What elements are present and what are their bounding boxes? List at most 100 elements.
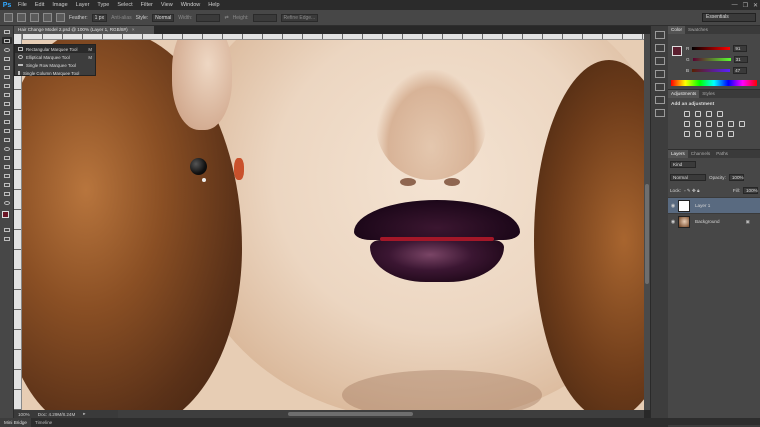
- feather-input[interactable]: 1 px: [91, 13, 108, 22]
- invert-icon[interactable]: [684, 131, 690, 137]
- flyout-elliptical-marquee[interactable]: Elliptical Marquee Tool M: [15, 53, 95, 61]
- clone-source-panel-icon[interactable]: [654, 96, 665, 104]
- layer-row-layer-1[interactable]: ◉ Layer 1: [668, 197, 760, 213]
- layer-name[interactable]: Background: [695, 219, 720, 224]
- menu-image[interactable]: Image: [48, 2, 71, 8]
- green-slider[interactable]: [692, 57, 731, 61]
- brush-tool-icon[interactable]: [2, 91, 12, 98]
- menu-window[interactable]: Window: [177, 2, 205, 8]
- tab-channels[interactable]: Channels: [688, 150, 713, 158]
- tab-timeline[interactable]: Timeline: [31, 418, 56, 427]
- menu-type[interactable]: Type: [93, 2, 113, 8]
- shape-tool-icon[interactable]: [2, 181, 12, 188]
- menu-view[interactable]: View: [157, 2, 177, 8]
- gradient-tool-icon[interactable]: [2, 127, 12, 134]
- tab-mini-bridge[interactable]: Mini Bridge: [0, 418, 31, 427]
- menu-filter[interactable]: Filter: [137, 2, 157, 8]
- menu-layer[interactable]: Layer: [72, 2, 94, 8]
- brightness-contrast-icon[interactable]: [684, 111, 690, 117]
- flyout-single-row-marquee[interactable]: Single Row Marquee Tool: [15, 61, 95, 69]
- history-panel-icon[interactable]: [654, 31, 665, 39]
- workspace-select[interactable]: Essentials: [702, 13, 756, 22]
- refine-edge-button[interactable]: Refine Edge...: [280, 13, 319, 22]
- tab-layers[interactable]: Layers: [668, 150, 688, 158]
- vertical-scroll-thumb[interactable]: [645, 184, 649, 284]
- red-value[interactable]: 91: [733, 44, 748, 52]
- curves-icon[interactable]: [706, 111, 712, 117]
- clone-stamp-tool-icon[interactable]: [2, 100, 12, 107]
- posterize-icon[interactable]: [695, 131, 701, 137]
- tab-adjustments[interactable]: Adjustments: [668, 90, 700, 98]
- screen-mode-icon[interactable]: [2, 235, 12, 242]
- eraser-tool-icon[interactable]: [2, 118, 12, 125]
- vertical-ruler[interactable]: [14, 34, 22, 410]
- black-white-icon[interactable]: [717, 121, 723, 127]
- blend-mode-select[interactable]: Normal: [670, 174, 706, 181]
- character-panel-icon[interactable]: [654, 57, 665, 65]
- menu-file[interactable]: File: [14, 2, 31, 8]
- layer-name[interactable]: Layer 1: [695, 203, 710, 208]
- flyout-rectangular-marquee[interactable]: Rectangular Marquee Tool M: [15, 45, 95, 53]
- opacity-input[interactable]: 100%: [728, 174, 744, 181]
- type-tool-icon[interactable]: [2, 163, 12, 170]
- flyout-single-column-marquee[interactable]: Single Column Marquee Tool: [15, 69, 95, 77]
- dodge-tool-icon[interactable]: [2, 145, 12, 152]
- document-canvas[interactable]: [22, 40, 644, 410]
- add-to-selection-icon[interactable]: [30, 13, 39, 22]
- status-arrow-icon[interactable]: ▸: [83, 411, 85, 417]
- fill-input[interactable]: 100%: [743, 187, 758, 194]
- tab-styles[interactable]: Styles: [699, 90, 718, 98]
- document-tab[interactable]: Hair Change Model 2.psd @ 100% (Layer 1,…: [14, 26, 154, 34]
- layer-kind-filter[interactable]: Kind: [670, 161, 696, 168]
- close-window-button[interactable]: ✕: [753, 2, 758, 9]
- width-input[interactable]: [196, 13, 221, 22]
- marquee-tool-icon[interactable]: [1, 37, 12, 44]
- threshold-icon[interactable]: [706, 131, 712, 137]
- visibility-eye-icon[interactable]: ◉: [668, 219, 678, 225]
- foreground-color-swatch[interactable]: [1, 211, 9, 218]
- tab-color[interactable]: Color: [668, 26, 685, 34]
- tab-paths[interactable]: Paths: [713, 150, 731, 158]
- selective-color-icon[interactable]: [728, 131, 734, 137]
- healing-brush-tool-icon[interactable]: [2, 82, 12, 89]
- horizontal-scroll-thumb[interactable]: [288, 412, 413, 416]
- gradient-map-icon[interactable]: [717, 131, 723, 137]
- quick-select-tool-icon[interactable]: [2, 55, 12, 62]
- color-spectrum[interactable]: [671, 80, 757, 86]
- hue-saturation-icon[interactable]: [695, 121, 701, 127]
- brush-panel-icon[interactable]: [654, 83, 665, 91]
- visibility-eye-icon[interactable]: ◉: [668, 203, 678, 209]
- blue-slider[interactable]: [692, 68, 731, 72]
- close-document-icon[interactable]: ×: [132, 27, 135, 32]
- hand-tool-icon[interactable]: [2, 190, 12, 197]
- properties-panel-icon[interactable]: [654, 44, 665, 52]
- zoom-tool-icon[interactable]: [2, 199, 12, 206]
- style-select[interactable]: Normal: [152, 13, 175, 22]
- quick-mask-icon[interactable]: [2, 226, 12, 233]
- crop-tool-icon[interactable]: [2, 64, 12, 71]
- menu-help[interactable]: Help: [204, 2, 223, 8]
- horizontal-scrollbar[interactable]: [118, 410, 644, 418]
- color-balance-icon[interactable]: [706, 121, 712, 127]
- pen-tool-icon[interactable]: [2, 154, 12, 161]
- menu-select[interactable]: Select: [113, 2, 136, 8]
- paragraph-panel-icon[interactable]: [654, 70, 665, 78]
- layer-row-background[interactable]: ◉ Background ▣: [668, 213, 760, 229]
- swap-icon[interactable]: ⇄: [224, 15, 228, 21]
- color-panel-foreground-swatch[interactable]: [672, 46, 682, 56]
- height-input[interactable]: [252, 13, 277, 22]
- red-slider[interactable]: [692, 46, 731, 50]
- blue-value[interactable]: 47: [733, 66, 748, 74]
- intersect-selection-icon[interactable]: [56, 13, 65, 22]
- new-selection-icon[interactable]: [17, 13, 26, 22]
- path-select-tool-icon[interactable]: [2, 172, 12, 179]
- marquee-preset-icon[interactable]: [4, 13, 13, 22]
- lasso-tool-icon[interactable]: [2, 46, 12, 53]
- info-panel-icon[interactable]: [654, 109, 665, 117]
- move-tool-icon[interactable]: [2, 28, 12, 35]
- menu-edit[interactable]: Edit: [31, 2, 48, 8]
- zoom-level[interactable]: 100%: [18, 412, 30, 417]
- foreground-background-colors[interactable]: [1, 210, 13, 222]
- vibrance-icon[interactable]: [684, 121, 690, 127]
- tab-swatches[interactable]: Swatches: [685, 26, 711, 34]
